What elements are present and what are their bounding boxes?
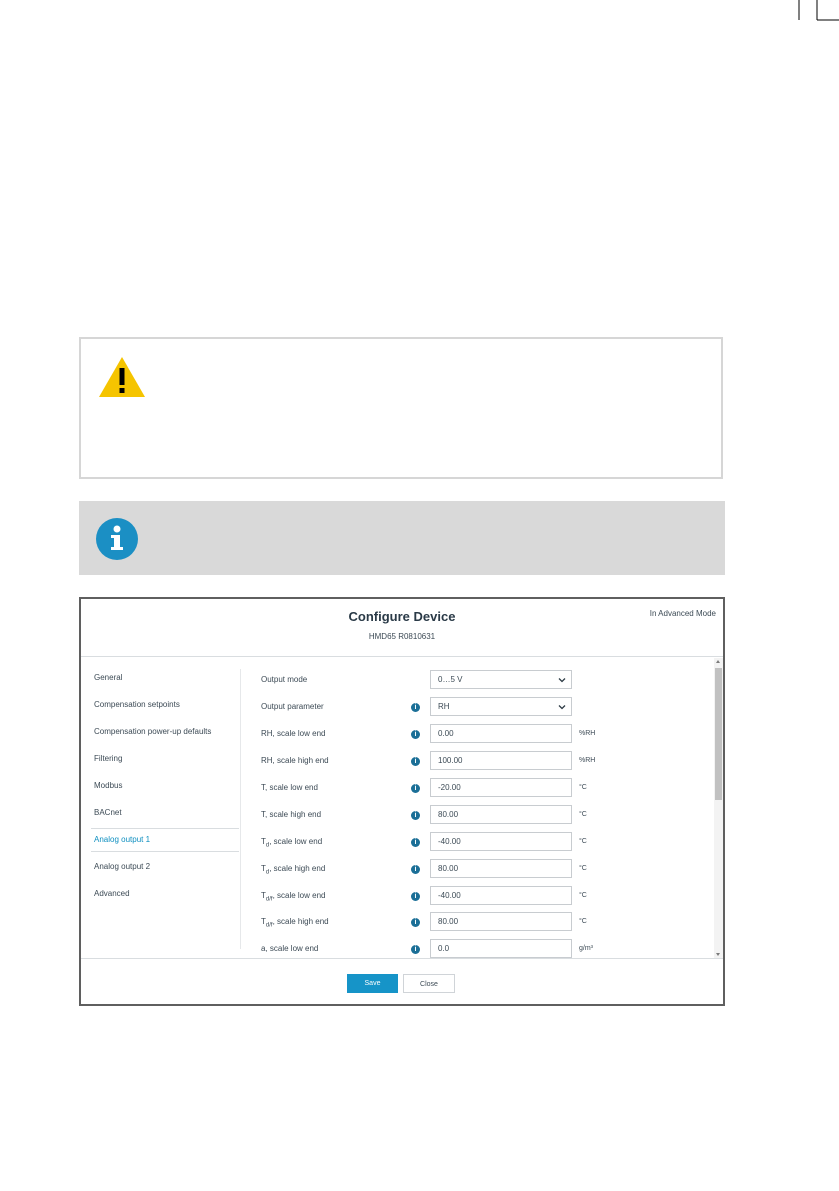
t-scale-low-end-label: T, scale low end: [261, 783, 318, 792]
page-crop-marks: [798, 0, 839, 21]
label-subscript: d/f: [265, 896, 273, 903]
output-mode-select[interactable]: 0…5 V: [430, 670, 572, 689]
a-scale-low-end-input[interactable]: 0.0: [430, 939, 572, 958]
unit-label: %RH: [579, 757, 596, 764]
chevron-down-icon: [558, 678, 566, 683]
output-parameter-select[interactable]: RH: [430, 697, 572, 716]
output-mode-value: 0…5 V: [438, 675, 463, 684]
td-scale-high-end-label: Td, scale high end: [261, 864, 325, 876]
warning-callout: [79, 337, 723, 479]
info-icon: [96, 518, 138, 560]
save-button[interactable]: Save: [347, 974, 398, 993]
unit-label: °C: [579, 811, 587, 818]
info-icon[interactable]: i: [411, 784, 420, 793]
info-icon[interactable]: i: [411, 730, 420, 739]
info-icon[interactable]: i: [411, 918, 420, 927]
a-scale-low-end-label: a, scale low end: [261, 944, 319, 953]
unit-label: °C: [579, 784, 587, 791]
configure-device-dialog: Configure Device HMD65 R0810631 In Advan…: [79, 597, 725, 1006]
tdf-scale-low-end-input[interactable]: -40.00: [430, 886, 572, 905]
output-parameter-label: Output parameter: [261, 702, 324, 711]
tdf-scale-low-end-label: Td/f, scale low end: [261, 891, 325, 903]
unit-label: g/m³: [579, 945, 593, 952]
scroll-up-arrow[interactable]: [716, 660, 720, 663]
chevron-down-icon: [558, 705, 566, 710]
t-scale-high-end-label: T, scale high end: [261, 810, 322, 819]
label-rest: , scale high end: [272, 917, 329, 926]
close-button[interactable]: Close: [403, 974, 455, 993]
info-icon[interactable]: i: [411, 865, 420, 874]
info-icon[interactable]: i: [411, 703, 420, 712]
dialog-footer: Save Close: [81, 958, 723, 1007]
form-scrollbar[interactable]: [714, 658, 723, 958]
warning-icon: [99, 357, 145, 397]
label-rest: , scale high end: [269, 864, 326, 873]
label-rest: , scale low end: [269, 837, 323, 846]
tdf-scale-high-end-input[interactable]: 80.00: [430, 912, 572, 931]
rh-scale-low-end-input[interactable]: 0.00: [430, 724, 572, 743]
t-scale-low-end-input[interactable]: -20.00: [430, 778, 572, 797]
info-icon[interactable]: i: [411, 892, 420, 901]
unit-label: %RH: [579, 730, 596, 737]
unit-label: °C: [579, 892, 587, 899]
rh-scale-high-end-label: RH, scale high end: [261, 756, 329, 765]
rh-scale-low-end-label: RH, scale low end: [261, 729, 326, 738]
td-scale-low-end-input[interactable]: -40.00: [430, 832, 572, 851]
unit-label: °C: [579, 838, 587, 845]
info-icon[interactable]: i: [411, 838, 420, 847]
analog-output-form: Output mode 0…5 V Output parameter i RH …: [81, 599, 723, 1004]
td-scale-low-end-label: Td, scale low end: [261, 837, 322, 849]
info-icon[interactable]: i: [411, 757, 420, 766]
output-parameter-value: RH: [438, 702, 450, 711]
unit-label: °C: [579, 918, 587, 925]
scroll-down-arrow[interactable]: [716, 953, 720, 956]
info-icon[interactable]: i: [411, 945, 420, 954]
tdf-scale-high-end-label: Td/f, scale high end: [261, 917, 329, 929]
info-icon[interactable]: i: [411, 811, 420, 820]
unit-label: °C: [579, 865, 587, 872]
label-subscript: d/f: [265, 922, 273, 929]
t-scale-high-end-input[interactable]: 80.00: [430, 805, 572, 824]
output-mode-label: Output mode: [261, 675, 308, 684]
scrollbar-thumb[interactable]: [715, 668, 722, 800]
td-scale-high-end-input[interactable]: 80.00: [430, 859, 572, 878]
note-callout: [79, 501, 725, 575]
label-rest: , scale low end: [272, 891, 326, 900]
rh-scale-high-end-input[interactable]: 100.00: [430, 751, 572, 770]
